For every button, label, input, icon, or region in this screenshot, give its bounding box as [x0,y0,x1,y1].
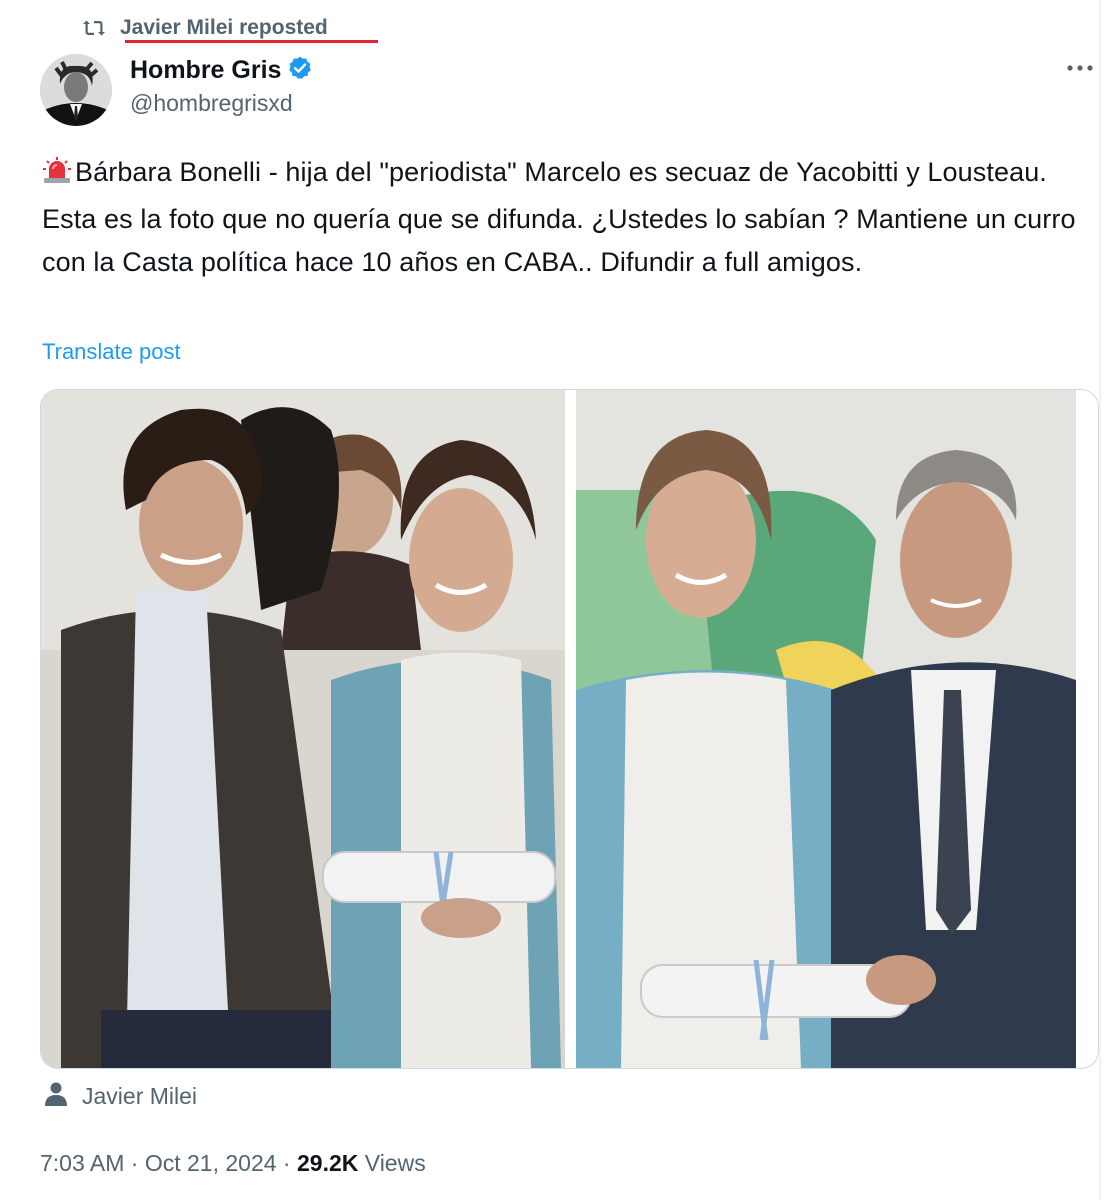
post-meta: 7:03 AM · Oct 21, 2024 · 29.2K Views [40,1146,426,1180]
timeline-divider [1099,0,1101,1200]
meta-separator: · [124,1149,145,1176]
views-label: Views [358,1149,426,1176]
repost-icon [82,17,106,39]
views-count: 29.2K [297,1149,359,1176]
person-icon [44,1081,68,1112]
handle[interactable]: @hombregrisxd [130,90,313,117]
translate-post-link[interactable]: Translate post [42,339,181,365]
post-body: Bárbara Bonelli - hija del "periodista" … [42,157,1076,277]
display-name[interactable]: Hombre Gris [130,56,281,85]
photo-right[interactable] [576,390,1076,1068]
post-text: Bárbara Bonelli - hija del "periodista" … [42,151,1097,284]
tagged-people[interactable]: Javier Milei [44,1078,197,1114]
media-grid [40,389,1099,1069]
post-time[interactable]: 7:03 AM [40,1150,124,1177]
more-options-icon[interactable] [1062,52,1098,84]
tagged-name[interactable]: Javier Milei [82,1083,197,1110]
meta-separator-2: · [276,1149,297,1176]
avatar[interactable] [40,54,112,126]
verified-badge-icon[interactable] [287,55,313,86]
author-info: Hombre Gris @hombregrisxd [130,54,313,117]
photo-left[interactable] [41,390,565,1068]
police-siren-icon [42,155,72,198]
repost-label[interactable]: Javier Milei reposted [120,16,328,40]
post-date[interactable]: Oct 21, 2024 [145,1150,277,1177]
highlight-underline [125,40,378,43]
